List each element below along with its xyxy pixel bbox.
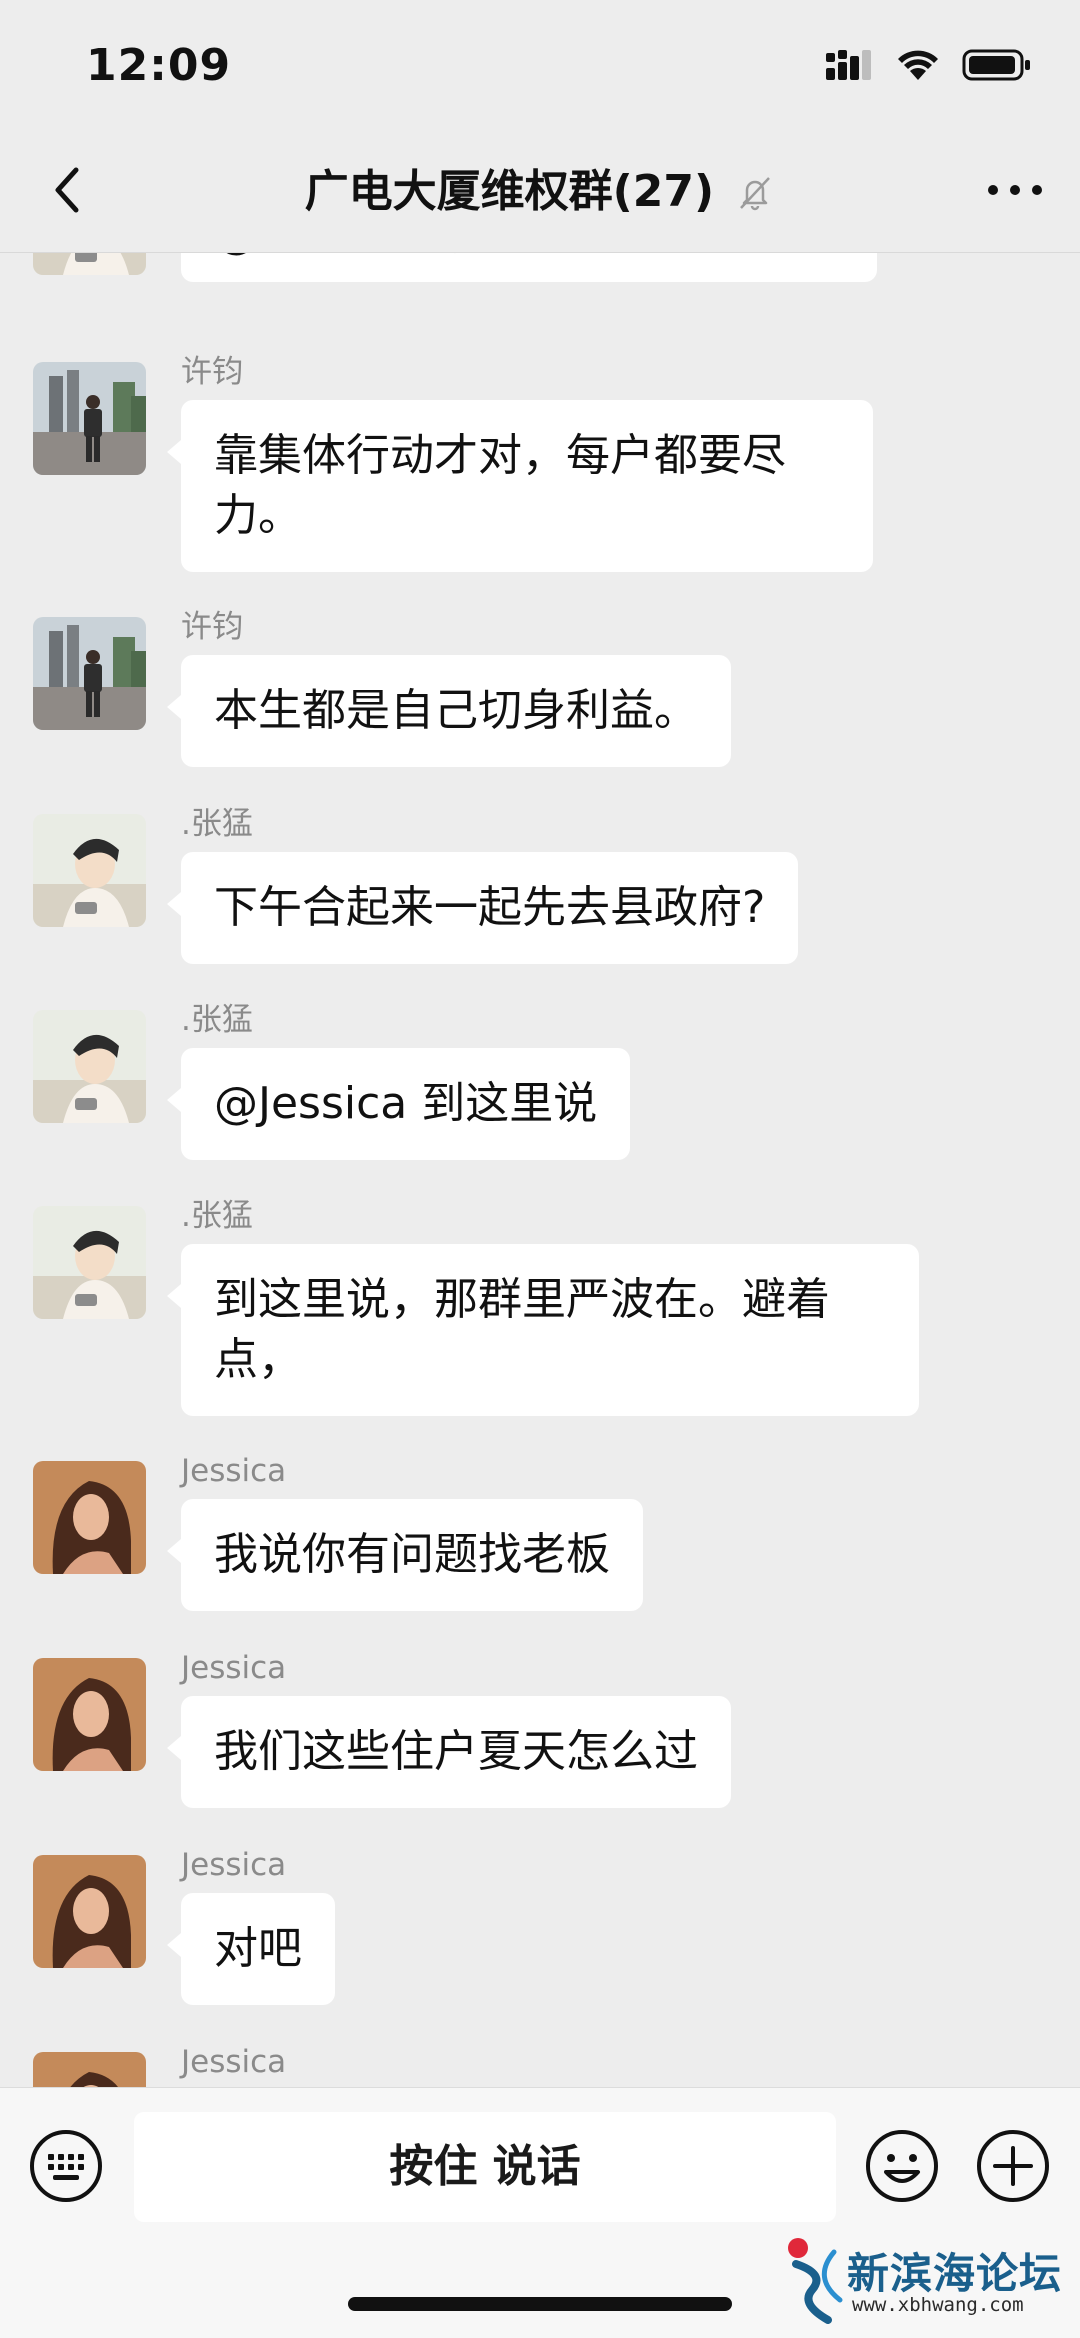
sender-name: .张猛 xyxy=(181,806,253,842)
message-bubble[interactable]: 本生都是自己切身利益。 xyxy=(167,655,731,767)
message-bubble[interactable]: 对吧 xyxy=(167,1893,335,2005)
sender-name: .张猛 xyxy=(181,1198,253,1234)
avatar-zhangmeng[interactable] xyxy=(33,1010,146,1123)
status-icons xyxy=(824,48,1032,82)
hold-to-talk-button[interactable]: 按住 说话 xyxy=(134,2112,836,2222)
message-bubble[interactable]: 靠集体行动才对，每户都要尽力。 xyxy=(167,400,873,572)
emoji-icon[interactable] xyxy=(864,2128,940,2204)
message-bubble[interactable]: 我们这些住户夏天怎么过 xyxy=(167,1696,731,1808)
home-indicator xyxy=(348,2297,732,2311)
sender-name: 许钧 xyxy=(181,354,243,390)
more-dots-icon[interactable] xyxy=(980,170,1050,210)
watermark-name: 新滨海论坛 xyxy=(847,2249,1063,2298)
sender-name: Jessica xyxy=(181,2044,287,2080)
avatar-xujun[interactable] xyxy=(33,362,146,475)
avatar-jessica[interactable] xyxy=(33,1658,146,1771)
bell-slash-icon xyxy=(740,177,771,211)
avatar-xujun[interactable] xyxy=(33,617,146,730)
message-bubble[interactable]: @Jessica 到这里说 xyxy=(166,1048,631,1160)
chat-title: 广电大厦维权群(27) xyxy=(304,166,715,217)
forum-watermark: 新滨海论坛 www.xbhwang.com xyxy=(782,2232,1072,2327)
avatar-zhangmeng[interactable] xyxy=(33,814,146,927)
chat-title-container: 广电大厦维权群(27) xyxy=(0,160,1080,222)
cellular-signal-icon xyxy=(826,50,871,80)
message-bubble[interactable]: 下午合起来一起先去县政府? xyxy=(166,852,799,964)
sender-name: 许钧 xyxy=(181,609,243,645)
message-bubble[interactable]: 我说你有问题找老板 xyxy=(167,1499,643,1611)
keyboard-icon[interactable] xyxy=(28,2128,104,2204)
wifi-icon xyxy=(898,50,938,80)
sender-name: .张猛 xyxy=(181,1002,253,1038)
avatar-zhangmeng[interactable] xyxy=(33,1206,146,1319)
message-bubble[interactable]: 到这里说，那群里严波在。避着点， xyxy=(167,1244,919,1416)
sender-name: Jessica xyxy=(181,1650,287,1686)
nav-bar: 广电大厦维权群(27) xyxy=(0,130,1080,253)
avatar-jessica[interactable] xyxy=(33,1855,146,1968)
message-bubble[interactable]: @许钧 对的，不行就集体起诉 xyxy=(181,252,877,282)
plus-circle-icon[interactable] xyxy=(975,2128,1051,2204)
avatar-jessica[interactable] xyxy=(33,1461,146,1574)
status-bar: 12:09 xyxy=(0,0,1080,130)
status-time: 12:09 xyxy=(86,40,232,91)
sender-name: Jessica xyxy=(181,1847,287,1883)
watermark-url: www.xbhwang.com xyxy=(852,2294,1024,2316)
battery-icon xyxy=(962,49,1030,81)
avatar-jessica[interactable] xyxy=(33,2052,146,2087)
sender-name: Jessica xyxy=(181,1453,287,1489)
chat-message-list[interactable]: @许钧 对的，不行就集体起诉 许钧 靠集体行动才对，每户都要尽力。 许钧 xyxy=(0,252,1080,2087)
avatar-zhangmeng[interactable] xyxy=(33,252,146,275)
watermark-logo-icon xyxy=(788,2238,843,2324)
